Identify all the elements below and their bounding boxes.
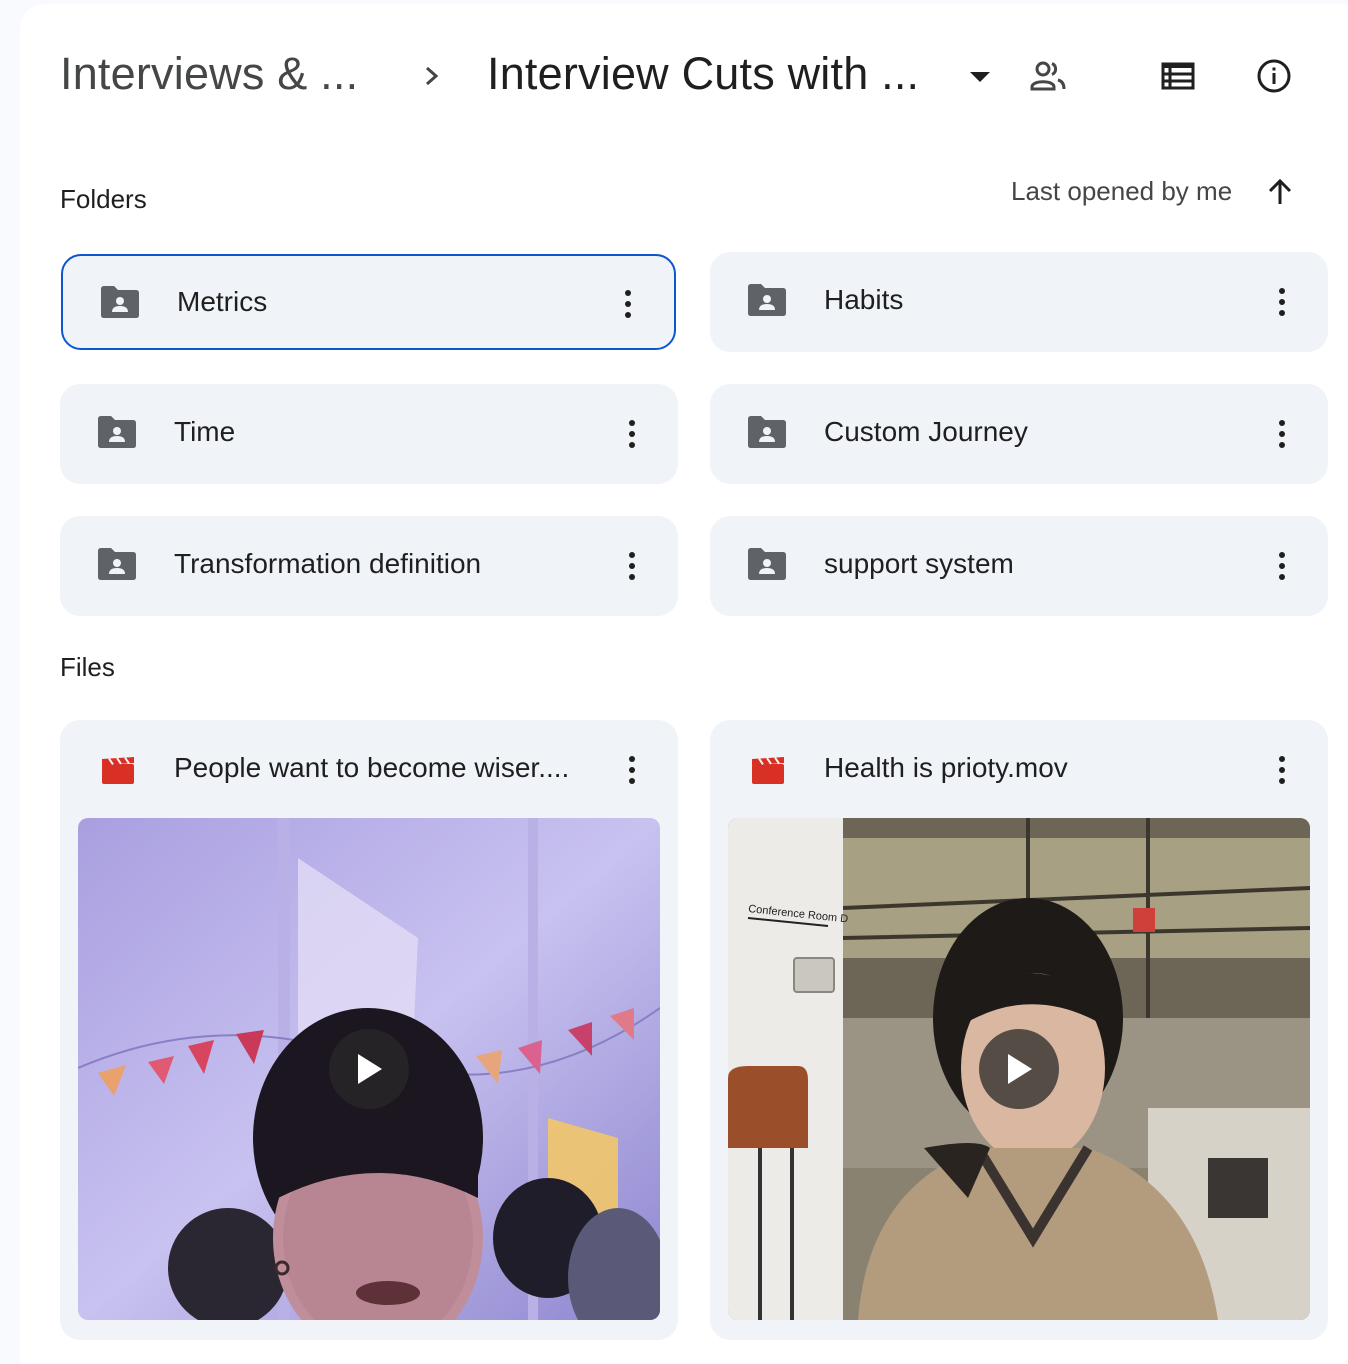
file-card-health-is-prioty[interactable]: Health is prioty.mov Conference Room D — [710, 720, 1328, 1340]
breadcrumb-current[interactable]: Interview Cuts with ... — [487, 48, 919, 100]
file-name: People want to become wiser.... — [174, 752, 570, 783]
more-options-button[interactable] — [1264, 280, 1300, 324]
more-vert-icon — [629, 552, 635, 580]
shared-folder-icon — [101, 286, 139, 318]
shared-people-icon — [1030, 61, 1066, 91]
sort-label[interactable]: Last opened by me — [1011, 176, 1232, 207]
folder-name: support system — [824, 548, 1014, 579]
header: Interviews & ... Interview Cuts with ... — [0, 0, 1348, 150]
more-options-button[interactable] — [614, 412, 650, 456]
play-button[interactable] — [979, 1029, 1059, 1109]
more-options-button[interactable] — [1264, 544, 1300, 588]
shared-folder-icon — [748, 416, 786, 448]
shared-folder-icon — [748, 548, 786, 580]
folder-card-metrics[interactable]: Metrics — [61, 254, 676, 350]
folders-heading: Folders — [60, 184, 147, 214]
share-button[interactable] — [1024, 52, 1072, 100]
shared-folder-icon — [748, 284, 786, 316]
caret-down-icon[interactable] — [964, 64, 996, 88]
more-options-button[interactable] — [1264, 748, 1300, 792]
arrow-up-icon[interactable] — [1264, 176, 1296, 208]
more-options-button[interactable] — [1264, 412, 1300, 456]
chevron-right-icon — [426, 66, 439, 86]
video-thumbnail[interactable]: Conference Room D — [728, 818, 1310, 1320]
more-options-button[interactable] — [614, 544, 650, 588]
play-icon — [358, 1054, 382, 1084]
file-card-people-want-to-become-wiser[interactable]: People want to become wiser.... — [60, 720, 678, 1340]
folder-card-custom-journey[interactable]: Custom Journey — [710, 384, 1328, 484]
play-icon — [1008, 1054, 1032, 1084]
more-options-button[interactable] — [610, 282, 646, 326]
folder-card-time[interactable]: Time — [60, 384, 678, 484]
file-name: Health is prioty.mov — [824, 752, 1068, 783]
folder-name: Custom Journey — [824, 416, 1028, 447]
folder-name: Transformation definition — [174, 548, 482, 579]
video-thumbnail[interactable] — [78, 818, 660, 1320]
more-vert-icon — [1279, 756, 1285, 784]
shared-folder-icon — [98, 548, 136, 580]
folder-card-support-system[interactable]: support system — [710, 516, 1328, 616]
shared-folder-icon — [98, 416, 136, 448]
folder-card-habits[interactable]: Habits — [710, 252, 1328, 352]
more-vert-icon — [1279, 552, 1285, 580]
more-vert-icon — [629, 756, 635, 784]
folder-card-transformation-definition[interactable]: Transformation definition — [60, 516, 678, 616]
play-button[interactable] — [329, 1029, 409, 1109]
more-vert-icon — [1279, 420, 1285, 448]
folder-name: Habits — [824, 284, 904, 315]
list-view-icon — [1161, 62, 1195, 90]
files-heading: Files — [60, 652, 115, 682]
more-vert-icon — [1279, 288, 1285, 316]
info-icon — [1257, 59, 1291, 93]
breadcrumb-parent[interactable]: Interviews & ... — [60, 48, 358, 100]
video-file-icon — [102, 757, 134, 784]
folder-name: Time — [174, 416, 236, 447]
folder-name: Metrics — [177, 286, 268, 317]
details-button[interactable] — [1250, 52, 1298, 100]
list-view-button[interactable] — [1154, 52, 1202, 100]
more-vert-icon — [629, 420, 635, 448]
video-file-icon — [752, 757, 784, 784]
more-vert-icon — [625, 290, 631, 318]
more-options-button[interactable] — [614, 748, 650, 792]
